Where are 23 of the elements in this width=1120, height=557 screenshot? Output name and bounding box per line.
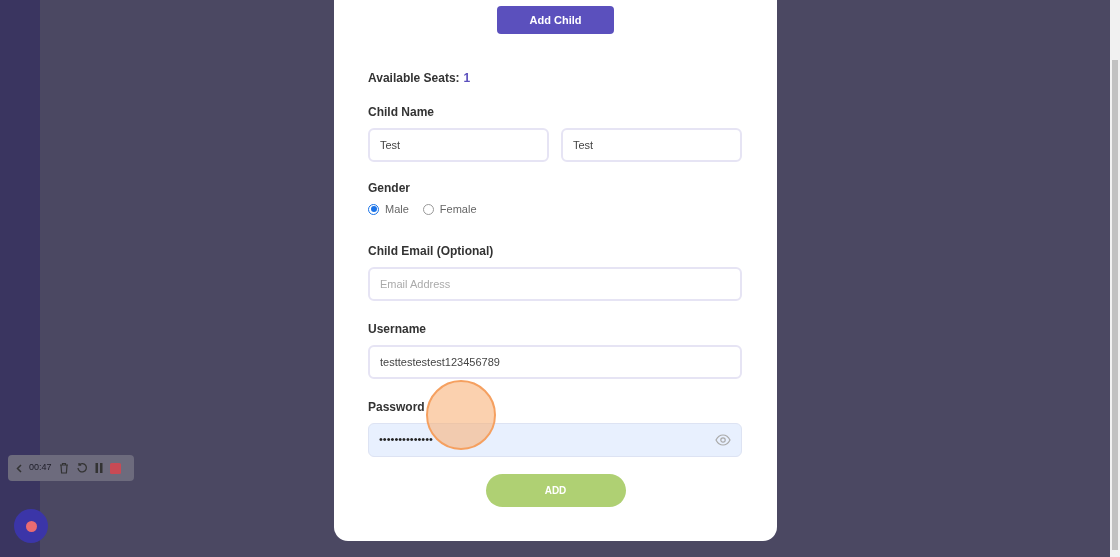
radio-label: Male — [385, 202, 409, 217]
input-field[interactable]: Test — [561, 128, 742, 162]
record-button[interactable] — [14, 509, 48, 543]
eye-icon[interactable] — [715, 433, 731, 446]
field-label: Gender — [368, 180, 411, 197]
add-child-button[interactable]: Add Child — [497, 6, 614, 34]
trash-icon[interactable] — [58, 462, 69, 474]
field-label: Child Name — [368, 104, 435, 121]
field-label: Password — [368, 398, 426, 416]
field-label: Username — [368, 320, 428, 338]
restart-icon[interactable] — [75, 462, 88, 474]
input-field[interactable]: Email Address — [368, 266, 742, 301]
seats-count: 1 — [463, 70, 471, 87]
password-field[interactable]: •••••••••••••• — [368, 422, 742, 457]
timer: 00:47 — [29, 461, 52, 475]
back-icon[interactable] — [16, 463, 22, 473]
input-field[interactable]: testtestestest123456789 — [368, 344, 742, 379]
seats-label: Available Seats: — [368, 70, 460, 87]
field-label: Child Email (Optional) — [368, 242, 495, 260]
scrollbar-thumb[interactable] — [1112, 60, 1118, 550]
input-field[interactable]: Test — [368, 128, 549, 162]
radio-label: Female — [439, 202, 477, 217]
pause-icon[interactable] — [94, 463, 103, 473]
